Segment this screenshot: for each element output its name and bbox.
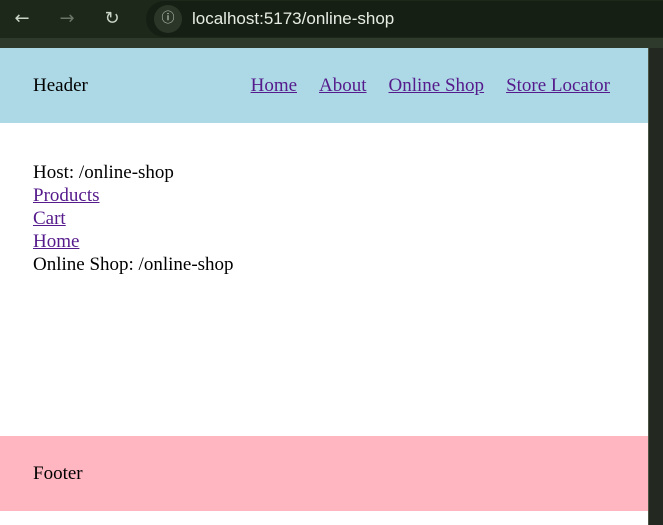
footer-title: Footer bbox=[33, 462, 83, 484]
site-footer: Footer bbox=[0, 436, 648, 511]
browser-toolbar: ← → ↻ ⓘ localhost:5173/online-shop bbox=[0, 0, 663, 38]
nav-links: Home About Online Shop Store Locator bbox=[229, 75, 610, 97]
home-link[interactable]: Home bbox=[33, 230, 615, 253]
forward-icon[interactable]: → bbox=[55, 7, 79, 31]
header-title: Header bbox=[33, 74, 88, 96]
site-header: Header Home About Online Shop Store Locator bbox=[0, 48, 648, 123]
cart-link[interactable]: Cart bbox=[33, 207, 615, 230]
online-shop-text: Online Shop: /online-shop bbox=[33, 254, 234, 275]
back-icon[interactable]: ← bbox=[10, 7, 34, 31]
nav-store-locator-link[interactable]: Store Locator bbox=[506, 75, 610, 96]
address-bar[interactable]: ⓘ localhost:5173/online-shop bbox=[146, 1, 663, 37]
host-text: Host: /online-shop bbox=[33, 162, 174, 183]
page: Header Home About Online Shop Store Locator… bbox=[0, 48, 648, 525]
products-link[interactable]: Products bbox=[33, 184, 615, 207]
main-content: Host: /online-shop Products Cart Home On… bbox=[0, 123, 648, 436]
reload-icon[interactable]: ↻ bbox=[100, 7, 124, 31]
nav-about-link[interactable]: About bbox=[319, 75, 367, 96]
toolbar-divider bbox=[0, 38, 663, 48]
nav-online-shop-link[interactable]: Online Shop bbox=[389, 75, 485, 96]
side-panel bbox=[648, 48, 663, 525]
nav-home-link[interactable]: Home bbox=[251, 75, 297, 96]
info-icon[interactable]: ⓘ bbox=[154, 5, 182, 33]
url-text[interactable]: localhost:5173/online-shop bbox=[192, 9, 394, 29]
